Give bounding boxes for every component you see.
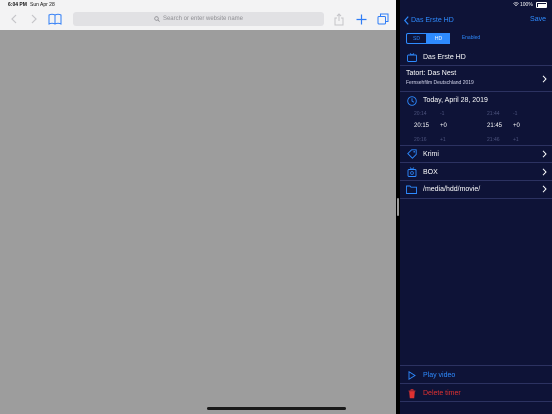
separator	[400, 162, 552, 163]
address-bar[interactable]: Search or enter website name	[73, 12, 324, 26]
date-text: Today, April 28, 2019	[423, 97, 488, 104]
separator	[400, 365, 552, 366]
separator	[400, 91, 552, 92]
back-button[interactable]: Das Erste HD	[404, 14, 454, 26]
tags-text: Krimi	[423, 150, 439, 158]
end-time-below: 21:46	[487, 137, 500, 143]
end-offset-below: +1	[513, 137, 519, 143]
separator	[400, 401, 552, 402]
start-time-above: 20:14	[414, 111, 427, 117]
play-video-button[interactable]: Play video	[400, 369, 552, 382]
channel-name: Das Erste HD	[423, 53, 466, 61]
location-text: /media/hdd/movie/	[423, 185, 481, 193]
wifi-icon	[513, 2, 519, 9]
home-indicator[interactable]	[207, 407, 346, 410]
location-row[interactable]: /media/hdd/movie/	[400, 182, 552, 196]
separator	[400, 383, 552, 384]
safari-toolbar: Search or enter website name	[0, 8, 396, 30]
play-video-label: Play video	[423, 372, 456, 379]
tabs-icon[interactable]	[376, 11, 390, 27]
quality-segmented-control: SD HD Enabled	[406, 33, 492, 44]
chevron-right-icon	[542, 168, 547, 176]
date-row[interactable]: Today, April 28, 2019	[400, 94, 552, 107]
end-offset-above: -1	[513, 111, 518, 117]
event-title: Tatort: Das Nest	[406, 70, 457, 77]
folder-row[interactable]: BOX	[400, 165, 552, 179]
chevron-left-icon	[404, 15, 409, 25]
end-time-selected: 21:45	[487, 123, 503, 129]
chevron-right-icon	[542, 75, 547, 83]
battery-percent: 100%	[520, 2, 533, 8]
start-offset-above: -1	[440, 111, 445, 117]
clock-icon	[406, 95, 417, 106]
trash-icon	[406, 388, 417, 399]
box-icon	[406, 167, 417, 178]
chevron-right-icon	[542, 150, 547, 158]
status-bar-right: 100%	[400, 0, 552, 10]
folder-icon	[406, 184, 417, 195]
save-button[interactable]: Save	[530, 14, 546, 26]
tv-icon	[406, 52, 417, 63]
end-time-above: 21:44	[487, 111, 500, 117]
folder-text: BOX	[423, 168, 438, 176]
magnifier-icon	[154, 16, 160, 22]
nav-bar: Das Erste HD Save	[400, 12, 552, 28]
play-icon	[406, 370, 417, 381]
start-time-below: 20:16	[414, 137, 427, 143]
separator	[400, 65, 552, 66]
event-subtitle: Fernsehfilm Deutschland 2019	[406, 80, 474, 86]
share-icon[interactable]	[333, 11, 345, 27]
safari-pane: 6:04 PM Sun Apr 28 Search or enter websi…	[0, 0, 396, 414]
end-time-picker[interactable]: 21:44 -1 21:45 +0 21:46 +1	[487, 109, 547, 145]
delete-timer-button[interactable]: Delete timer	[400, 387, 552, 400]
start-time-picker[interactable]: 20:14 -1 20:15 +0 20:16 +1	[414, 109, 474, 145]
tag-icon	[406, 149, 417, 160]
web-content-area[interactable]	[0, 30, 396, 414]
tags-row[interactable]: Krimi	[400, 147, 552, 161]
end-offset-selected: +0	[513, 123, 520, 129]
separator	[400, 145, 552, 146]
start-offset-below: +1	[440, 137, 446, 143]
back-button-label: Das Erste HD	[411, 16, 454, 24]
separator	[400, 180, 552, 181]
segment-hd[interactable]: HD	[427, 33, 450, 44]
timer-editor-pane: 100% Das Erste HD Save SD HD Enabled Das…	[400, 0, 552, 414]
address-placeholder: Search or enter website name	[162, 16, 244, 22]
separator	[400, 198, 552, 199]
plus-icon[interactable]	[354, 11, 368, 27]
delete-timer-label: Delete timer	[423, 390, 461, 397]
segment-sd[interactable]: SD	[406, 33, 427, 44]
battery-icon	[536, 2, 547, 8]
split-drag-handle[interactable]	[397, 198, 399, 216]
book-icon[interactable]	[47, 11, 63, 27]
enabled-toggle[interactable]: Enabled	[450, 33, 492, 44]
event-row[interactable]: Tatort: Das Nest Fernsehfilm Deutschland…	[400, 68, 552, 90]
chevron-right-icon	[542, 185, 547, 193]
start-offset-selected: +0	[440, 123, 447, 129]
chevron-right-icon[interactable]	[28, 11, 40, 27]
chevron-left-icon[interactable]	[8, 11, 20, 27]
channel-row[interactable]: Das Erste HD	[400, 50, 552, 64]
start-time-selected: 20:15	[414, 123, 430, 129]
